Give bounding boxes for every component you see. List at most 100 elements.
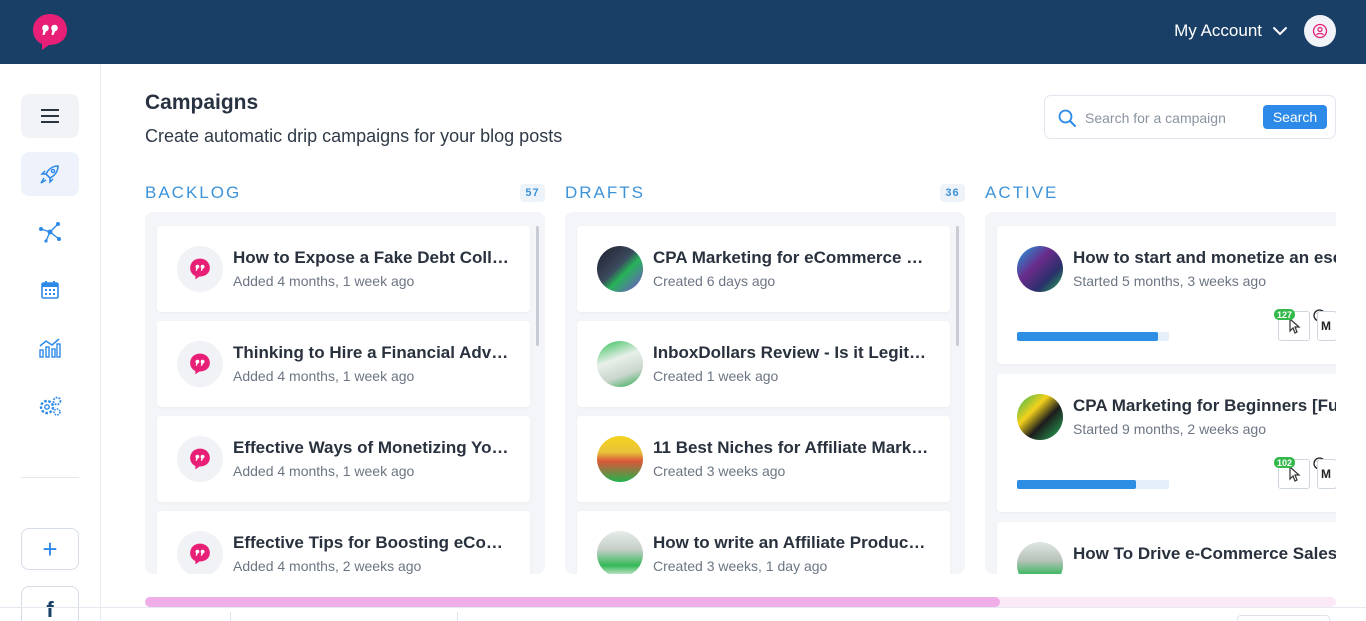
sidebar-divider xyxy=(21,477,79,478)
click-count-badge: 127 xyxy=(1274,309,1296,320)
progress-fill xyxy=(1017,332,1159,341)
medium-stat-button[interactable]: M xyxy=(1317,459,1336,489)
quote-logo-icon xyxy=(177,341,223,387)
quote-logo-icon xyxy=(177,531,223,574)
facebook-icon: f xyxy=(46,597,54,621)
sidebar-item-calendar[interactable] xyxy=(21,268,79,312)
card-title: How To Drive e-Commerce Sales Using CPA … xyxy=(1073,544,1336,563)
progress-fill xyxy=(1017,480,1136,489)
card-title: How to write an Affiliate Product Review xyxy=(653,533,930,552)
campaign-card[interactable]: CPA Marketing for eCommerce business Cre… xyxy=(577,226,950,312)
card-meta: Created 3 weeks ago xyxy=(653,463,786,479)
add-campaign-button[interactable]: + xyxy=(21,528,79,570)
campaign-board: BACKLOG 57 How to Expose a Fake Debt Col… xyxy=(145,170,1336,574)
top-bar: My Account xyxy=(0,0,1366,64)
campaign-card[interactable]: CPA Marketing for Beginners [Full Guide]… xyxy=(997,374,1336,512)
card-title: CPA Marketing for eCommerce business xyxy=(653,248,930,267)
card-meta: Created 3 weeks, 1 day ago xyxy=(653,558,828,574)
account-menu[interactable]: My Account xyxy=(1174,15,1336,47)
campaign-card[interactable]: How to start and monetize an escort webs… xyxy=(997,226,1336,364)
cursor-icon xyxy=(1289,318,1301,334)
card-title: How to start and monetize an escort webs… xyxy=(1073,248,1336,267)
chevron-down-icon[interactable] xyxy=(1272,23,1288,39)
campaign-card[interactable]: Effective Ways of Monetizing Your Blog A… xyxy=(157,416,530,502)
footer-separator xyxy=(457,612,458,621)
quote-logo-icon xyxy=(177,436,223,482)
cursor-icon xyxy=(1289,466,1301,482)
plus-icon: + xyxy=(42,534,58,564)
sidebar-item-campaigns[interactable] xyxy=(21,152,79,196)
campaign-card[interactable]: How to Expose a Fake Debt Collector Adde… xyxy=(157,226,530,312)
card-meta: Added 4 months, 1 week ago xyxy=(233,368,415,384)
avatar[interactable] xyxy=(1304,15,1336,47)
page-subtitle: Create automatic drip campaigns for your… xyxy=(145,126,563,146)
hamburger-menu-icon xyxy=(41,109,59,123)
quote-logo-icon xyxy=(177,246,223,292)
search-button[interactable]: Search xyxy=(1263,105,1327,129)
board-horizontal-scrollbar[interactable] xyxy=(145,597,1336,607)
facebook-button[interactable]: f xyxy=(21,586,79,621)
gears-icon xyxy=(39,396,62,416)
card-title: CPA Marketing for Beginners [Full Guide] xyxy=(1073,396,1336,415)
search-icon xyxy=(1058,109,1076,127)
column-scrollbar[interactable] xyxy=(956,226,959,346)
column-count-badge: 57 xyxy=(520,184,545,202)
card-title: Effective Tips for Boosting eCommerce Sa… xyxy=(233,533,510,552)
footer-control[interactable] xyxy=(1237,615,1330,621)
sidebar-item-analytics[interactable] xyxy=(21,326,79,370)
rocket-icon xyxy=(40,165,59,184)
card-meta: Added 4 months, 1 week ago xyxy=(233,273,415,289)
footer-separator xyxy=(230,612,231,621)
campaign-card[interactable]: 11 Best Niches for Affiliate Marketing C… xyxy=(577,416,950,502)
card-title: Thinking to Hire a Financial Advisor? He… xyxy=(233,343,510,362)
column-active: ACTIVE How to start and monetize an esco… xyxy=(985,170,1336,574)
card-title: How to Expose a Fake Debt Collector xyxy=(233,248,510,267)
campaign-card[interactable]: How to write an Affiliate Product Review… xyxy=(577,511,950,574)
campaign-card[interactable]: Effective Tips for Boosting eCommerce Sa… xyxy=(157,511,530,574)
column-count-badge: 36 xyxy=(940,184,965,202)
column-title: DRAFTS xyxy=(565,183,645,202)
campaign-card[interactable]: InboxDollars Review - Is it Legit Or a S… xyxy=(577,321,950,407)
search-input[interactable] xyxy=(1085,105,1260,131)
column-drafts: DRAFTS 36 CPA Marketing for eCommerce bu… xyxy=(565,170,965,574)
column-title: BACKLOG xyxy=(145,183,242,202)
campaign-search: Search xyxy=(1044,95,1336,139)
footer-divider xyxy=(0,607,1366,608)
post-thumbnail xyxy=(1017,246,1063,292)
analytics-chart-icon xyxy=(39,338,61,358)
card-meta: Added 4 months, 2 weeks ago xyxy=(233,558,422,574)
campaign-progress-bar xyxy=(1017,480,1169,489)
card-meta: Created 1 week ago xyxy=(653,368,779,384)
sidebar: + f xyxy=(0,64,101,621)
campaign-card[interactable]: Thinking to Hire a Financial Advisor? He… xyxy=(157,321,530,407)
sidebar-item-settings[interactable] xyxy=(21,384,79,428)
card-title: 11 Best Niches for Affiliate Marketing xyxy=(653,438,930,457)
sidebar-menu-button[interactable] xyxy=(21,94,79,138)
card-meta: Created 6 days ago xyxy=(653,273,776,289)
page-title: Campaigns xyxy=(145,91,259,114)
card-title: Effective Ways of Monetizing Your Blog xyxy=(233,438,510,457)
column-list[interactable]: How to start and monetize an escort webs… xyxy=(985,212,1336,574)
post-thumbnail xyxy=(597,531,643,574)
column-list[interactable]: CPA Marketing for eCommerce business Cre… xyxy=(565,212,965,574)
column-list[interactable]: How to Expose a Fake Debt Collector Adde… xyxy=(145,212,545,574)
scrollbar-thumb[interactable] xyxy=(145,597,1000,607)
calendar-icon xyxy=(41,281,59,299)
column-title: ACTIVE xyxy=(985,183,1059,202)
medium-stat-button[interactable]: M xyxy=(1317,311,1336,341)
post-thumbnail xyxy=(1017,394,1063,440)
app-logo-icon[interactable] xyxy=(32,13,68,51)
card-meta: Started 5 months, 3 weeks ago xyxy=(1073,273,1266,289)
user-icon xyxy=(1312,23,1328,39)
campaign-progress-bar xyxy=(1017,332,1169,341)
column-scrollbar[interactable] xyxy=(536,226,539,346)
card-meta: Added 4 months, 1 week ago xyxy=(233,463,415,479)
account-label[interactable]: My Account xyxy=(1174,21,1262,41)
network-icon xyxy=(39,222,61,243)
post-thumbnail xyxy=(597,436,643,482)
campaign-card[interactable]: How To Drive e-Commerce Sales Using CPA … xyxy=(997,522,1336,574)
card-meta: Started 9 months, 2 weeks ago xyxy=(1073,421,1266,437)
sidebar-item-network[interactable] xyxy=(21,210,79,254)
card-title: InboxDollars Review - Is it Legit Or a S… xyxy=(653,343,930,362)
click-count-badge: 102 xyxy=(1274,457,1296,468)
